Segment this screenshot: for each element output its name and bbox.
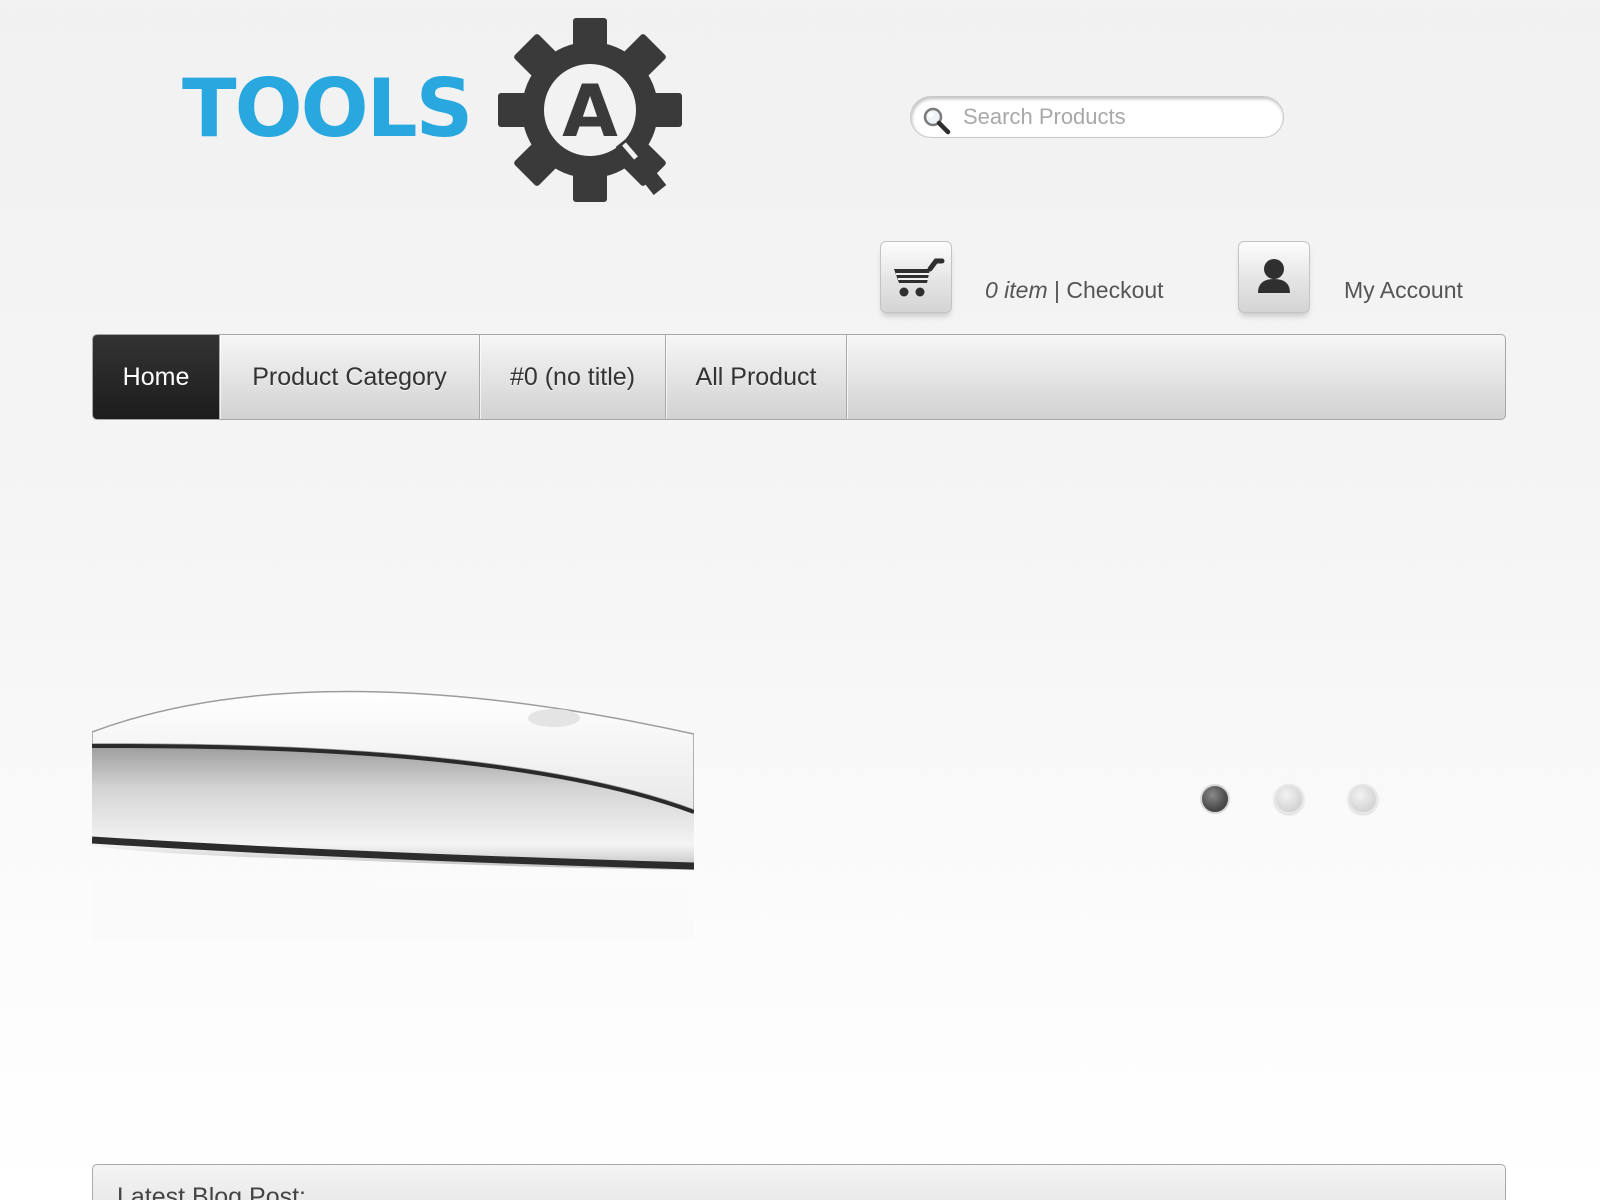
latest-blog-panel: Latest Blog Post: bbox=[92, 1164, 1506, 1200]
shopping-cart-icon bbox=[894, 258, 945, 297]
cart-button[interactable] bbox=[880, 241, 952, 313]
cart-item-count: 0 item bbox=[985, 277, 1048, 303]
logo-badge-letter: A bbox=[562, 69, 618, 153]
account-button[interactable] bbox=[1238, 241, 1310, 313]
nav-item-all-product[interactable]: All Product bbox=[666, 335, 847, 419]
slide-image-magic-mouse[interactable] bbox=[92, 660, 694, 940]
slider-dot-2[interactable] bbox=[1274, 784, 1304, 814]
logo-wordmark: TOOLS bbox=[182, 62, 471, 155]
cart-separator: | bbox=[1047, 277, 1067, 303]
user-icon bbox=[1258, 259, 1290, 293]
my-account-link[interactable]: My Account bbox=[1344, 277, 1463, 304]
search-icon bbox=[921, 105, 951, 135]
main-nav: Home Product Category #0 (no title) All … bbox=[92, 334, 1506, 420]
latest-blog-title: Latest Blog Post: bbox=[117, 1183, 307, 1200]
cart-summary[interactable]: 0 item | Checkout bbox=[985, 277, 1164, 304]
slider-dot-3[interactable] bbox=[1348, 784, 1378, 814]
search-box[interactable] bbox=[910, 96, 1284, 138]
nav-item-home[interactable]: Home bbox=[93, 335, 220, 419]
checkout-link[interactable]: Checkout bbox=[1066, 277, 1163, 303]
search-input[interactable] bbox=[963, 101, 1263, 133]
slider-dot-1[interactable] bbox=[1200, 784, 1230, 814]
nav-item-product-category[interactable]: Product Category bbox=[220, 335, 480, 419]
gear-icon: A bbox=[498, 18, 682, 202]
nav-item-no-title[interactable]: #0 (no title) bbox=[480, 335, 666, 419]
site-logo[interactable]: TOOLS A bbox=[182, 18, 692, 203]
